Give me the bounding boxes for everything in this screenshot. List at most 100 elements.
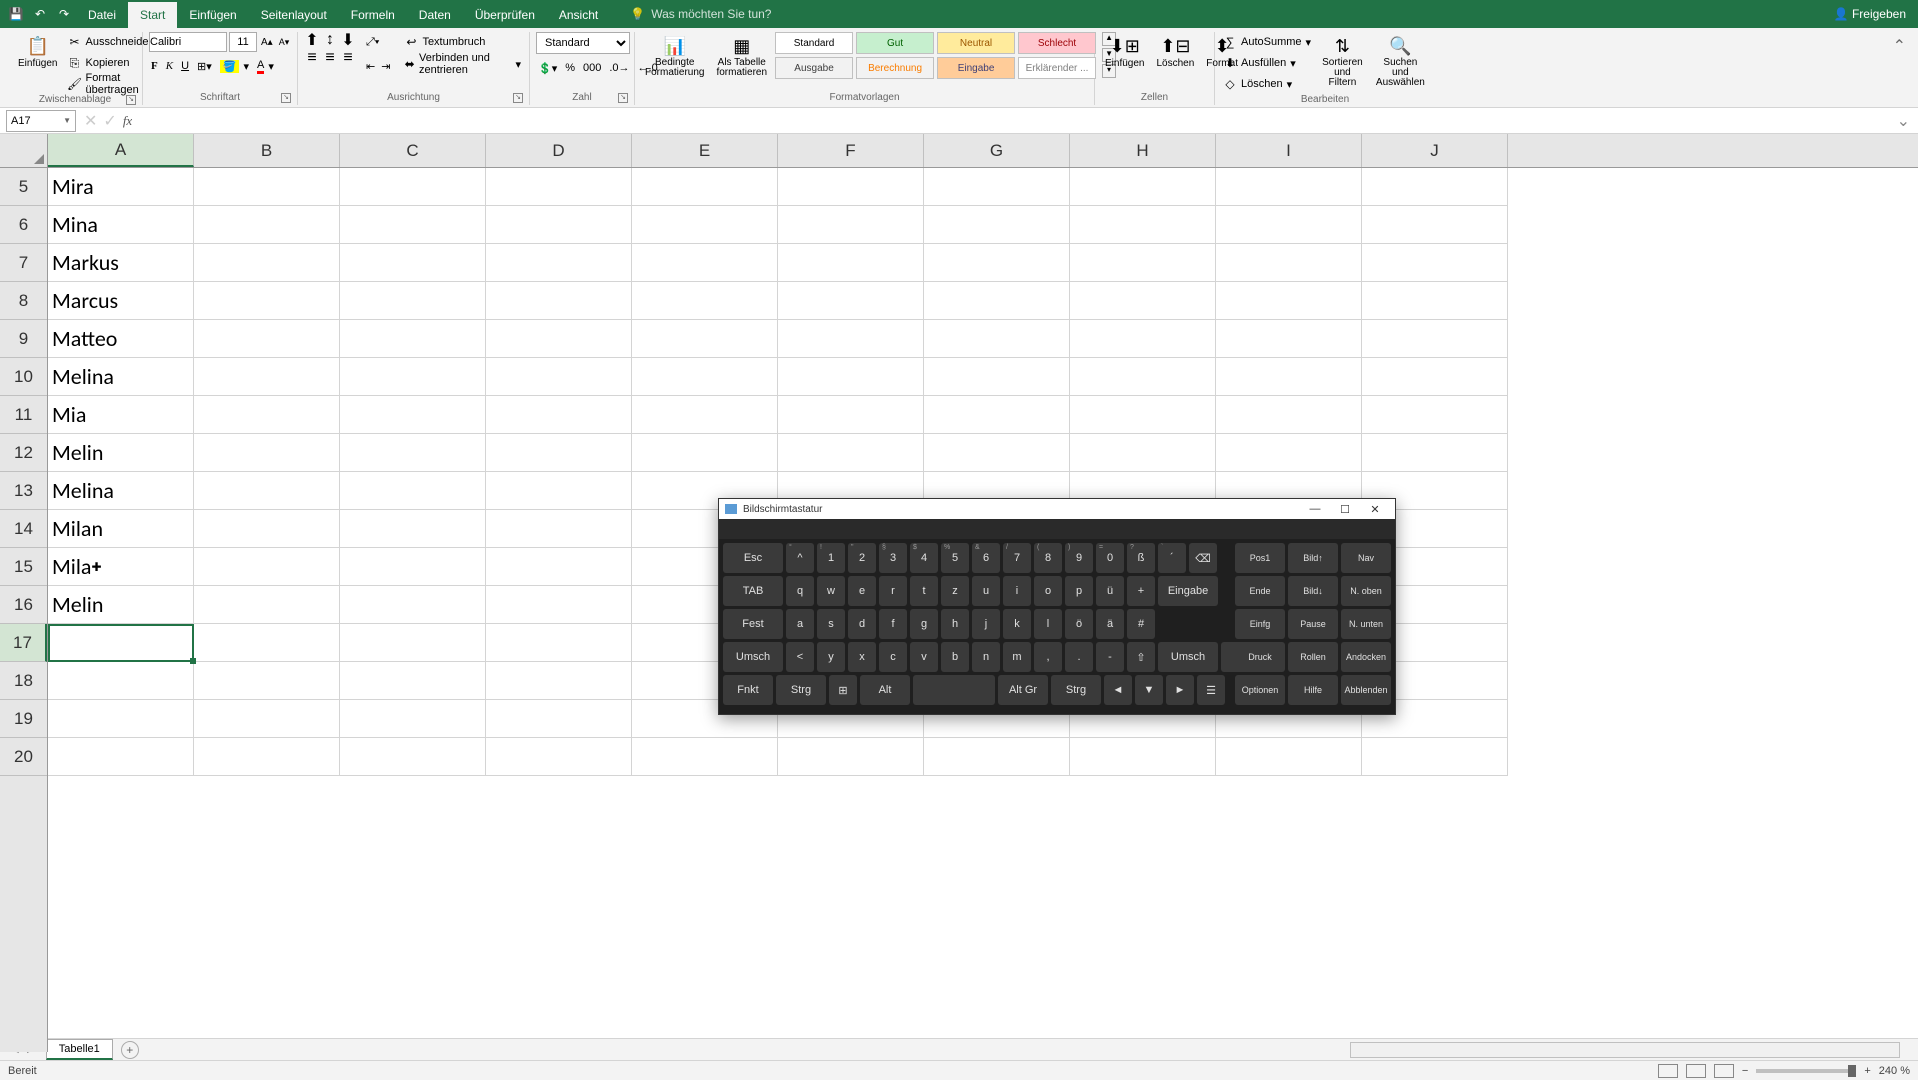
cell[interactable] <box>340 510 486 548</box>
osk-key[interactable]: k <box>1003 609 1031 639</box>
cell[interactable] <box>924 244 1070 282</box>
osk-key[interactable]: 0= <box>1096 543 1124 573</box>
row-header[interactable]: 10 <box>0 358 47 396</box>
cell-style-item[interactable]: Neutral <box>937 32 1015 54</box>
font-size-select[interactable] <box>229 32 257 52</box>
number-format-select[interactable]: Standard <box>536 32 630 54</box>
expand-formula-bar-button[interactable]: ⌄ <box>1889 111 1918 131</box>
border-button[interactable]: ⊞▾ <box>195 56 214 76</box>
row-header[interactable]: 14 <box>0 510 47 548</box>
increase-indent-button[interactable]: ⇥ <box>379 56 392 76</box>
cell[interactable] <box>924 168 1070 206</box>
percent-button[interactable]: % <box>563 58 577 78</box>
osk-minimize-button[interactable]: — <box>1301 500 1329 518</box>
fx-icon[interactable]: fx <box>123 113 132 129</box>
osk-key[interactable]: w <box>817 576 845 606</box>
cell[interactable] <box>632 738 778 776</box>
dialog-launcher-alignment[interactable]: ↘ <box>513 93 523 103</box>
align-right-button[interactable]: ≡ <box>340 50 356 66</box>
italic-button[interactable]: K <box>164 56 175 76</box>
cell[interactable] <box>486 206 632 244</box>
cell[interactable] <box>778 244 924 282</box>
align-center-button[interactable]: ≡ <box>322 50 338 66</box>
cell[interactable] <box>340 206 486 244</box>
osk-key[interactable]: ü <box>1096 576 1124 606</box>
osk-key[interactable]: s <box>817 609 845 639</box>
osk-key[interactable]: 1! <box>817 543 845 573</box>
cell[interactable] <box>1070 244 1216 282</box>
cell[interactable] <box>486 434 632 472</box>
save-icon[interactable]: 💾 <box>8 6 24 22</box>
osk-key[interactable]: c <box>879 642 907 672</box>
cell-style-item[interactable]: Standard <box>775 32 853 54</box>
osk-key[interactable]: b <box>941 642 969 672</box>
row-header[interactable]: 15 <box>0 548 47 586</box>
osk-key[interactable]: i <box>1003 576 1031 606</box>
osk-side-key[interactable]: N. oben <box>1341 576 1391 606</box>
cell[interactable] <box>486 738 632 776</box>
cell[interactable] <box>1070 358 1216 396</box>
cell[interactable] <box>1216 358 1362 396</box>
add-sheet-button[interactable]: + <box>121 1041 139 1059</box>
zoom-slider[interactable] <box>1756 1069 1856 1073</box>
cell[interactable] <box>924 396 1070 434</box>
cell[interactable] <box>48 624 194 662</box>
cell[interactable] <box>1362 396 1508 434</box>
sheet-tab-active[interactable]: Tabelle1 <box>46 1039 113 1060</box>
cell[interactable] <box>340 282 486 320</box>
cell[interactable] <box>194 548 340 586</box>
cell[interactable] <box>778 206 924 244</box>
osk-titlebar[interactable]: Bildschirmtastatur — ☐ ✕ <box>719 499 1395 519</box>
osk-side-key[interactable]: Rollen <box>1288 642 1338 672</box>
osk-key[interactable]: l <box>1034 609 1062 639</box>
cell[interactable] <box>340 396 486 434</box>
clear-button[interactable]: ◇Löschen ▾ <box>1221 74 1313 94</box>
cell[interactable] <box>486 586 632 624</box>
cell-styles-gallery[interactable]: StandardGutNeutralSchlechtAusgabeBerechn… <box>775 32 1096 79</box>
cell[interactable] <box>194 434 340 472</box>
osk-key[interactable]: f <box>879 609 907 639</box>
cell[interactable] <box>194 738 340 776</box>
osk-key[interactable]: 2" <box>848 543 876 573</box>
cell[interactable] <box>632 434 778 472</box>
osk-key[interactable]: Alt Gr <box>998 675 1048 705</box>
osk-key[interactable]: z <box>941 576 969 606</box>
osk-key[interactable]: e <box>848 576 876 606</box>
osk-key[interactable]: h <box>941 609 969 639</box>
cell[interactable] <box>194 510 340 548</box>
osk-key[interactable]: 6& <box>972 543 1000 573</box>
cell[interactable] <box>778 320 924 358</box>
cell[interactable] <box>1070 206 1216 244</box>
osk-key[interactable]: ä <box>1096 609 1124 639</box>
wrap-text-button[interactable]: ↩Textumbruch <box>402 32 523 52</box>
zoom-out-button[interactable]: − <box>1742 1065 1748 1077</box>
share-button[interactable]: 👤 Freigeben <box>1834 7 1906 21</box>
decrease-indent-button[interactable]: ⇤ <box>364 56 377 76</box>
cell[interactable] <box>486 282 632 320</box>
insert-cells-button[interactable]: ⬇⊞Einfügen <box>1101 32 1148 71</box>
osk-key[interactable]: u <box>972 576 1000 606</box>
osk-key[interactable]: r <box>879 576 907 606</box>
osk-key[interactable]: 4$ <box>910 543 938 573</box>
osk-key[interactable]: TAB <box>723 576 783 606</box>
osk-key[interactable]: Strg <box>776 675 826 705</box>
osk-side-key[interactable]: Einfg <box>1235 609 1285 639</box>
cell[interactable] <box>194 396 340 434</box>
undo-icon[interactable]: ↶ <box>32 6 48 22</box>
row-header[interactable]: 8 <box>0 282 47 320</box>
cell[interactable] <box>1070 282 1216 320</box>
tab-start[interactable]: Start <box>128 2 177 28</box>
paste-button[interactable]: 📋 Einfügen <box>14 32 61 71</box>
cell[interactable] <box>1362 282 1508 320</box>
cell[interactable] <box>778 434 924 472</box>
cell[interactable] <box>486 548 632 586</box>
column-header[interactable]: I <box>1216 134 1362 167</box>
osk-key[interactable]: p <box>1065 576 1093 606</box>
row-header[interactable]: 12 <box>0 434 47 472</box>
dialog-launcher-clipboard[interactable]: ↘ <box>126 95 136 105</box>
osk-key[interactable]: t <box>910 576 938 606</box>
osk-key[interactable]: ´` <box>1158 543 1186 573</box>
cell[interactable] <box>486 168 632 206</box>
osk-key[interactable]: a <box>786 609 814 639</box>
cell[interactable] <box>1216 738 1362 776</box>
